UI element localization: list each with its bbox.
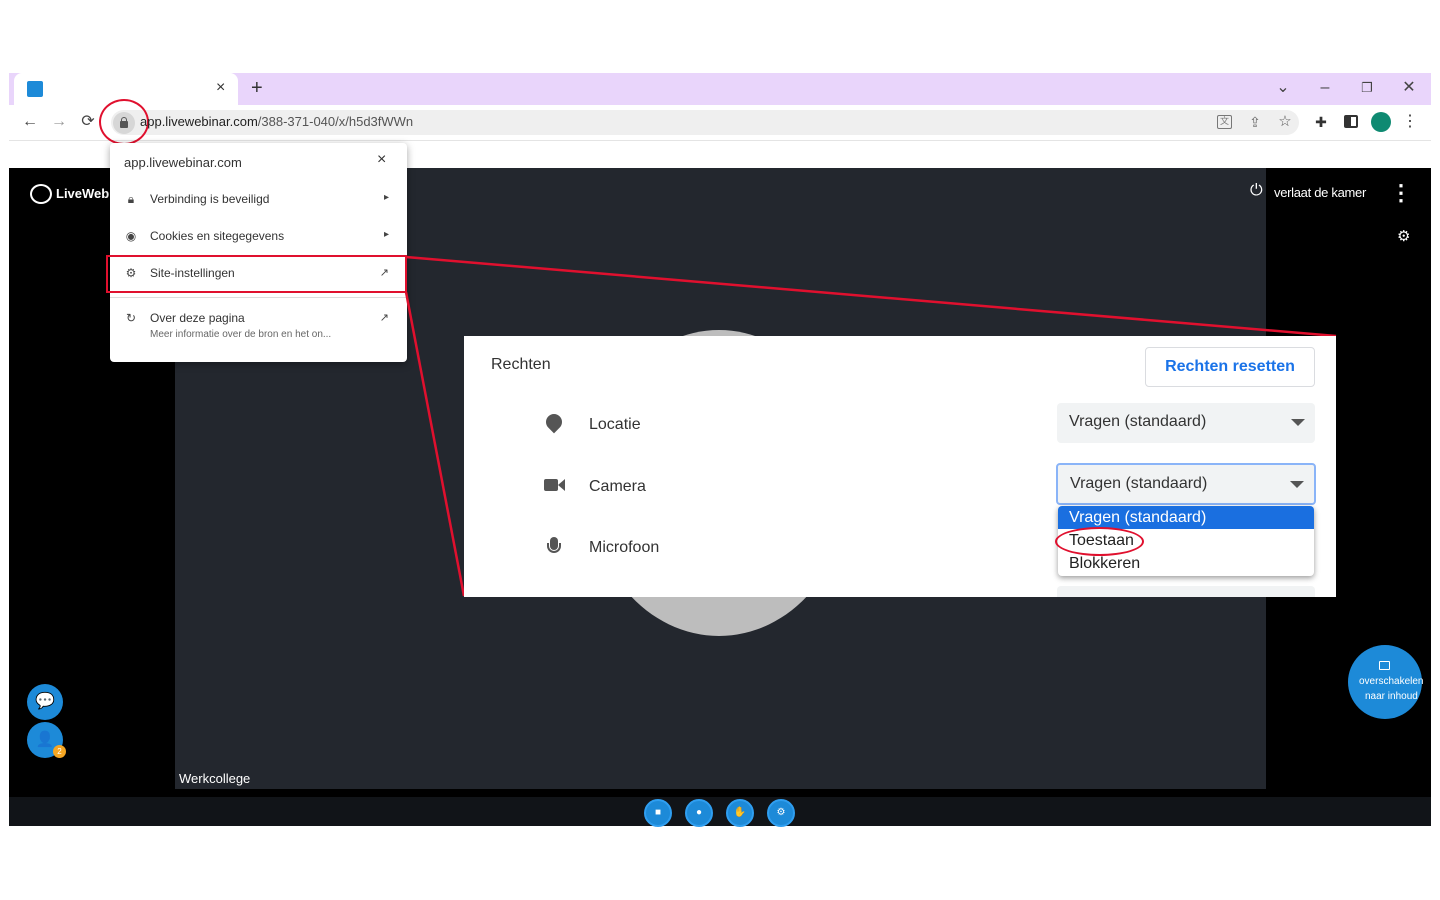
camera-icon [544, 479, 558, 491]
microphone-select[interactable] [1057, 586, 1315, 597]
highlight-allow-option [1055, 527, 1144, 556]
location-pin-icon [542, 410, 566, 434]
chevron-down-icon [1290, 481, 1304, 488]
callout-line-bottom [404, 291, 466, 597]
location-select[interactable]: Vragen (standaard) [1057, 403, 1315, 443]
camera-label: Camera [589, 478, 646, 495]
option-ask[interactable]: Vragen (standaard) [1058, 506, 1314, 529]
callout-line-top [405, 255, 1337, 338]
location-select-value: Vragen (standaard) [1069, 413, 1207, 430]
microphone-stand [547, 543, 561, 553]
reset-permissions-button[interactable]: Rechten resetten [1145, 347, 1315, 387]
location-label: Locatie [589, 416, 641, 433]
permissions-title: Rechten [491, 356, 551, 373]
camera-icon-lens [558, 479, 565, 491]
chevron-down-icon [1291, 419, 1305, 426]
camera-select[interactable]: Vragen (standaard) [1056, 463, 1316, 505]
camera-select-value: Vragen (standaard) [1070, 475, 1208, 492]
microphone-label: Microfoon [589, 539, 660, 556]
permissions-panel: Rechten Rechten resetten Locatie Vragen … [464, 336, 1336, 597]
